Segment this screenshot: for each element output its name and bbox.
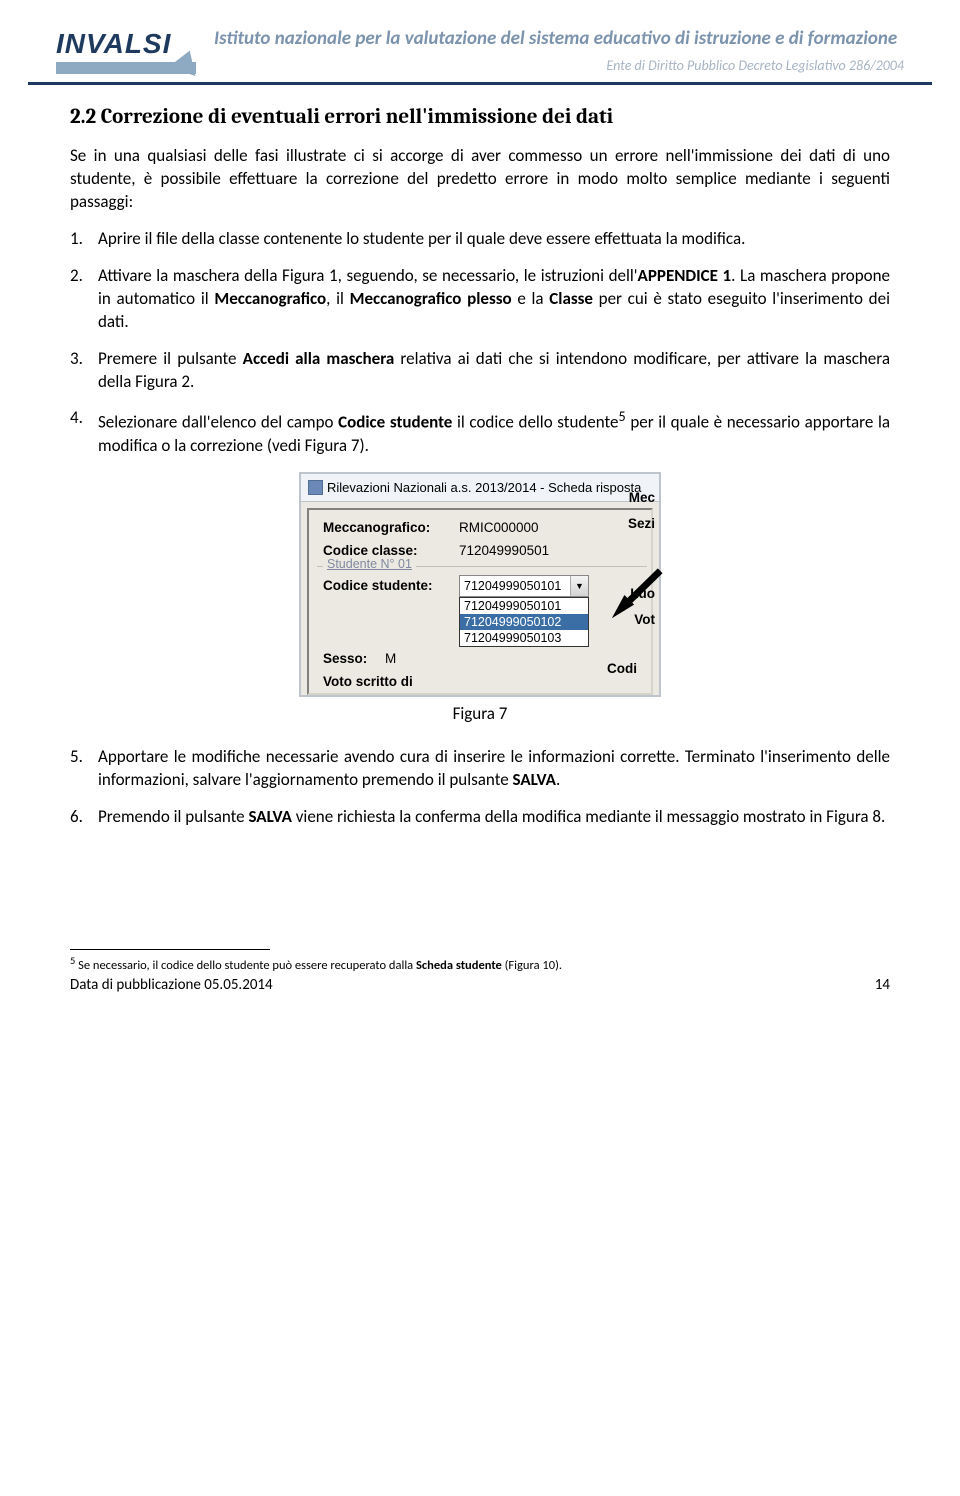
step-item: Premere il pulsante Accedi alla maschera…: [70, 348, 890, 394]
step-item: Aprire il file della classe contenente l…: [70, 228, 890, 251]
codice-studente-value: 71204999050101: [460, 579, 570, 593]
codice-classe-label: Codice classe:: [323, 543, 459, 558]
studente-group-label: Studente N° 01: [323, 557, 416, 571]
cut-label: Codi: [607, 661, 637, 676]
cut-label: Vot: [634, 612, 655, 627]
scheda-risposta-window: Rilevazioni Nazionali a.s. 2013/2014 - S…: [299, 472, 661, 697]
sesso-label: Sesso:: [323, 651, 385, 666]
institute-subtitle: Ente di Diritto Pubblico Decreto Legisla…: [214, 57, 904, 74]
dropdown-option[interactable]: 71204999050103: [460, 630, 588, 646]
step-item: Apportare le modifiche necessarie avendo…: [70, 746, 890, 792]
logo-bar-graphic: [56, 62, 196, 74]
cut-label: Sezi: [628, 516, 655, 531]
page-number: 14: [875, 976, 890, 994]
intro-paragraph: Se in una qualsiasi delle fasi illustrat…: [70, 145, 890, 214]
section-heading: 2.2 Correzione di eventuali errori nell'…: [70, 105, 890, 129]
step-item: Premendo il pulsante SALVA viene richies…: [70, 806, 890, 829]
footnote-text: Se necessario, il codice dello studente …: [78, 958, 562, 973]
steps-list: Aprire il file della classe contenente l…: [70, 228, 890, 458]
group-separator: Studente N° 01: [317, 566, 647, 567]
window-title: Rilevazioni Nazionali a.s. 2013/2014 - S…: [301, 474, 659, 502]
dropdown-arrow-icon[interactable]: ▼: [570, 576, 588, 596]
step-item: Selezionare dall'elenco del campo Codice…: [70, 407, 890, 458]
publication-date: Data di pubblicazione 05.05.2014: [70, 976, 273, 994]
footnote-marker: 5: [70, 954, 75, 967]
steps-list-cont: Apportare le modifiche necessarie avendo…: [70, 746, 890, 829]
sesso-value: M: [385, 651, 396, 666]
dropdown-option[interactable]: 71204999050102: [460, 614, 588, 630]
codice-studente-label: Codice studente:: [323, 578, 459, 593]
voto-label: Voto scritto di: [323, 674, 459, 689]
document-body: 2.2 Correzione di eventuali errori nell'…: [0, 105, 960, 950]
codice-studente-combo[interactable]: 71204999050101 ▼: [459, 575, 589, 597]
step-item: Attivare la maschera della Figura 1, seg…: [70, 265, 890, 334]
footnote-separator: [70, 949, 270, 950]
cut-label: Mec: [629, 490, 655, 505]
footnote: 5 Se necessario, il codice dello student…: [0, 954, 960, 974]
form-area: Meccanografico: RMIC000000 Mec Codice cl…: [307, 508, 653, 695]
dropdown-option[interactable]: 71204999050101: [460, 598, 588, 614]
header-titles: Istituto nazionale per la valutazione de…: [214, 28, 904, 74]
cut-label: Luo: [630, 586, 655, 601]
codice-studente-dropdown[interactable]: 71204999050101 71204999050102 7120499905…: [459, 597, 589, 647]
invalsi-logo: INVALSI: [56, 28, 196, 74]
codice-classe-value: 712049990501: [459, 543, 549, 558]
institute-title: Istituto nazionale per la valutazione de…: [214, 28, 904, 51]
figure-7: Rilevazioni Nazionali a.s. 2013/2014 - S…: [70, 472, 890, 724]
page-footer: Data di pubblicazione 05.05.2014 14: [0, 974, 960, 994]
page-header: INVALSI Istituto nazionale per la valuta…: [28, 0, 932, 85]
meccanografico-value: RMIC000000: [459, 520, 539, 535]
figure-caption: Figura 7: [70, 703, 890, 724]
meccanografico-label: Meccanografico:: [323, 520, 459, 535]
